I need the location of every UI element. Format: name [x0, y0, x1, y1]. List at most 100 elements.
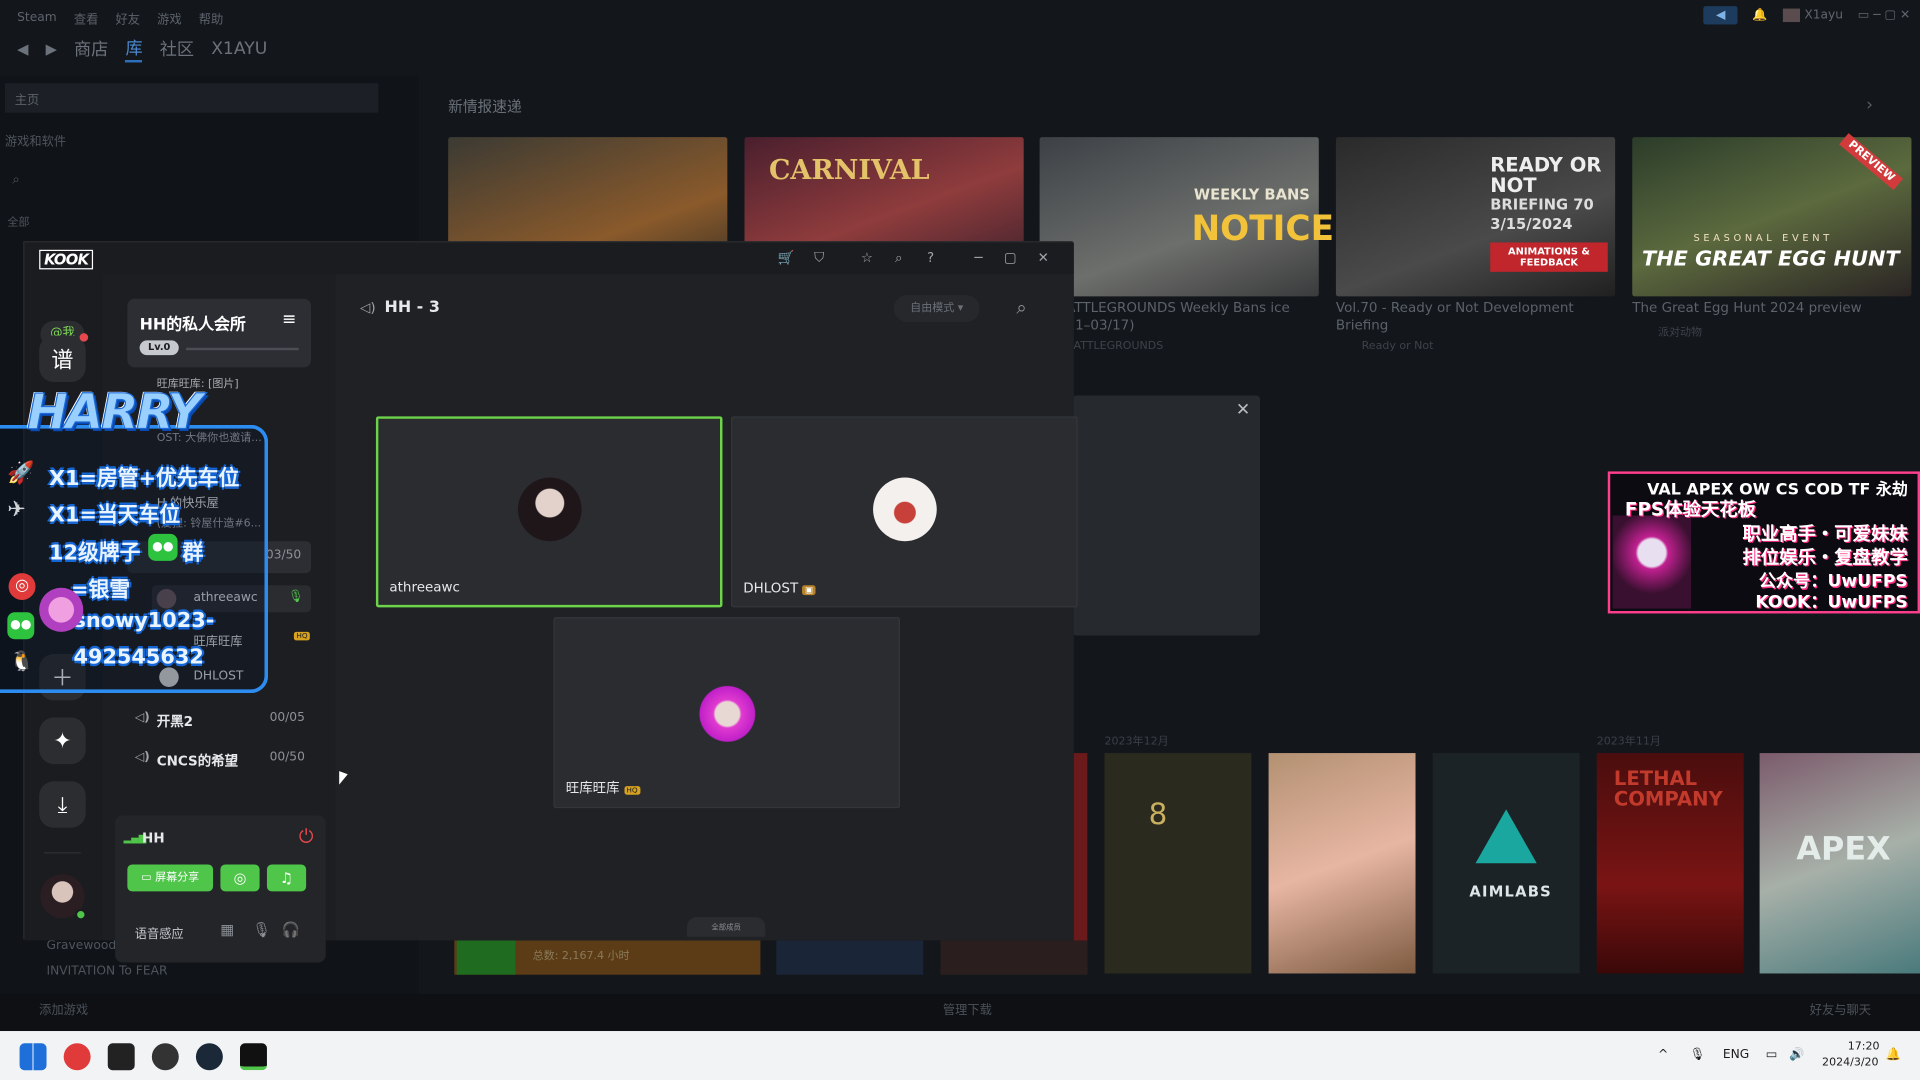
sparkle-icon[interactable]: ✦ [39, 717, 86, 765]
nav-library[interactable]: 库 [125, 36, 143, 63]
app-icon-2[interactable] [107, 1043, 135, 1071]
tray-chevron-icon[interactable]: ^ [1658, 1048, 1668, 1061]
clock-time[interactable]: 17:20 [1848, 1041, 1880, 1053]
speaker-icon: ◁) [134, 750, 150, 765]
tray-mic-icon[interactable]: 🎙 [1690, 1048, 1706, 1061]
steam-bottom-bar: 添加游戏 管理下载 好友与聊天 [0, 994, 1920, 1032]
mic-icon[interactable]: 🎙 [252, 921, 271, 938]
search-icon[interactable]: ⌕ [1016, 296, 1026, 318]
user-tile-name: athreeawc [389, 579, 460, 596]
nav-store[interactable]: 商店 [74, 37, 108, 61]
server-pu[interactable]: 谱 [39, 333, 89, 383]
collapse-members-button[interactable]: 全部成员 [686, 917, 766, 937]
nav-community[interactable]: 社区 [160, 37, 194, 61]
help-icon[interactable]: ? [921, 249, 941, 269]
windows-start-icon[interactable] [19, 1043, 47, 1071]
game-tile-eight[interactable]: 8 [1104, 753, 1252, 974]
mic-active-icon: 🎙 [288, 590, 304, 604]
voice-channel-name[interactable]: HH [142, 830, 165, 846]
guild-header[interactable]: HH的私人会所 ≡ Lv.0 [127, 298, 312, 368]
app-icon-3[interactable] [151, 1043, 179, 1071]
broadcast-icon[interactable]: ◀ [1703, 6, 1738, 25]
library-game-invitation[interactable]: INVITATION To FEAR [47, 965, 168, 978]
netease-music-icon[interactable] [63, 1043, 91, 1071]
library-filter[interactable]: 游戏和软件 [5, 131, 66, 149]
input-language[interactable]: ENG [1723, 1048, 1749, 1061]
shop-icon[interactable]: 🛒 [776, 249, 796, 269]
user-tile-dhlost[interactable]: DHLOST ▣ [731, 416, 1078, 608]
channel-count: 03/50 [265, 548, 302, 563]
egg-hunt-text: THE GREAT EGG HUNT [1642, 247, 1900, 272]
voice-channel-kaihei2[interactable]: ◁) 开黑2 00/05 [127, 708, 311, 735]
ready-or-not-text: READY OR NOT [1490, 153, 1602, 198]
disconnect-icon[interactable]: ⏻ [299, 825, 314, 847]
forward-arrow-icon[interactable]: ▶ [46, 40, 57, 57]
news-next-arrow-icon[interactable]: › [1866, 96, 1873, 116]
qq-icon: 🐧 [9, 648, 35, 673]
clock-date[interactable]: 2024/3/20 [1822, 1057, 1879, 1069]
voice-channel-cncs[interactable]: ◁) CNCS的希望 00/50 [127, 747, 311, 774]
apex-text: APEX [1796, 831, 1891, 869]
maximize-icon[interactable]: ▢ [1000, 249, 1020, 269]
menu-friends[interactable]: 好友 [115, 8, 139, 26]
friends-chat-button[interactable]: 好友与聊天 [1810, 999, 1871, 1017]
collapse-label: 全部成员 [711, 923, 741, 932]
voice-connection-panel: ▂▄▆ HH ⏻ ▭ 屏幕分享 ◎ ♫ 语音感应 ▦ 🎙 🎧 [115, 815, 326, 963]
add-game-button[interactable]: 添加游戏 [39, 999, 88, 1017]
news-tile-4[interactable]: READY OR NOT BRIEFING 70 3/15/2024 ANIMA… [1335, 137, 1616, 297]
hq-badge: HQ [293, 631, 311, 641]
steam-icon[interactable] [195, 1043, 223, 1071]
close-icon[interactable]: ✕ [1033, 249, 1053, 269]
user-tile-athreeawc[interactable]: athreeawc [375, 416, 723, 608]
news-tile-3[interactable]: WEEKLY BANS NOTICE [1039, 137, 1334, 297]
menu-help[interactable]: 帮助 [199, 8, 223, 26]
eight-text: 8 [1148, 797, 1168, 832]
search-icon[interactable]: ⌕ [889, 249, 909, 269]
kook-icon[interactable] [240, 1043, 267, 1071]
aimlabs-text: AIMLABS [1469, 882, 1552, 901]
menu-games[interactable]: 游戏 [157, 8, 181, 26]
online-status-icon [74, 908, 87, 921]
nav-profile[interactable]: X1AYU [211, 39, 267, 59]
voice-channel-title: HH - 3 [384, 298, 440, 318]
menu-view[interactable]: 查看 [74, 8, 98, 26]
shirt-icon[interactable]: ⛉ [809, 249, 829, 269]
screen-share-button[interactable]: ▭ 屏幕分享 [127, 864, 214, 892]
library-search-icon[interactable]: ⌕ [12, 171, 20, 188]
download-icon[interactable]: ⤓ [39, 781, 86, 828]
library-home[interactable]: 主页 [4, 83, 379, 113]
soundboard-icon[interactable]: ▦ [220, 921, 234, 938]
library-all[interactable]: 全部 [7, 213, 29, 229]
activity-button[interactable]: ◎ [220, 864, 260, 892]
news-caption-4: Vol.70 - Ready or Not Development Briefi… [1335, 300, 1574, 334]
tray-network-icon[interactable]: ▭ [1766, 1048, 1778, 1061]
minimize-icon[interactable]: ─ [969, 249, 989, 269]
dialog-close-icon[interactable]: ✕ [1236, 400, 1250, 420]
news-tile-5[interactable]: PREVIEW SEASONAL EVENT THE GREAT EGG HUN… [1632, 133, 1912, 297]
guild-menu-icon[interactable]: ≡ [282, 310, 296, 330]
promo-banner: VAL APEX OW CS COD TF 永劫 FPS体验天花板 职业高手・可… [1607, 471, 1920, 614]
steam-account[interactable]: X1ayu [1782, 8, 1844, 23]
user-avatar [872, 477, 937, 542]
user-avatar[interactable] [40, 874, 87, 921]
mode-dropdown[interactable]: 自由模式 ▾ [893, 295, 980, 323]
news-sub-5: 派对动物 [1657, 326, 1703, 340]
menu-steam[interactable]: Steam [17, 10, 57, 23]
tray-volume-icon[interactable]: 🔊 [1789, 1048, 1804, 1061]
headphone-icon[interactable]: 🎧 [282, 921, 300, 938]
bell-icon[interactable]: 🔔 [1752, 9, 1767, 22]
user-tile-wangku[interactable]: 旺库旺库 HQ [553, 617, 901, 809]
game-tile-lethal[interactable]: LETHAL COMPANY [1596, 753, 1744, 974]
monitor-icon: ▭ [141, 871, 156, 885]
game-tile-apex[interactable]: APEX [1759, 753, 1920, 974]
voice-stage: ◁) HH - 3 自由模式 ▾ ⌕ athreeawc DHLOST ▣ 旺库… [335, 274, 1078, 941]
kook-titlebar: KOOK 🛒 ⛉ ☆ ⌕ ? ─ ▢ ✕ [24, 242, 1074, 275]
manage-downloads-button[interactable]: 管理下载 [943, 999, 992, 1017]
game-tile-aimlabs[interactable]: AIMLABS [1432, 753, 1580, 974]
game-tile-anime[interactable] [1268, 753, 1416, 974]
notification-bell-icon[interactable]: 🔔 [1886, 1048, 1901, 1061]
preview-ribbon: PREVIEW [1839, 133, 1903, 191]
star-icon[interactable]: ☆ [857, 249, 877, 269]
back-arrow-icon[interactable]: ◀ [17, 40, 28, 57]
music-button[interactable]: ♫ [266, 864, 307, 892]
